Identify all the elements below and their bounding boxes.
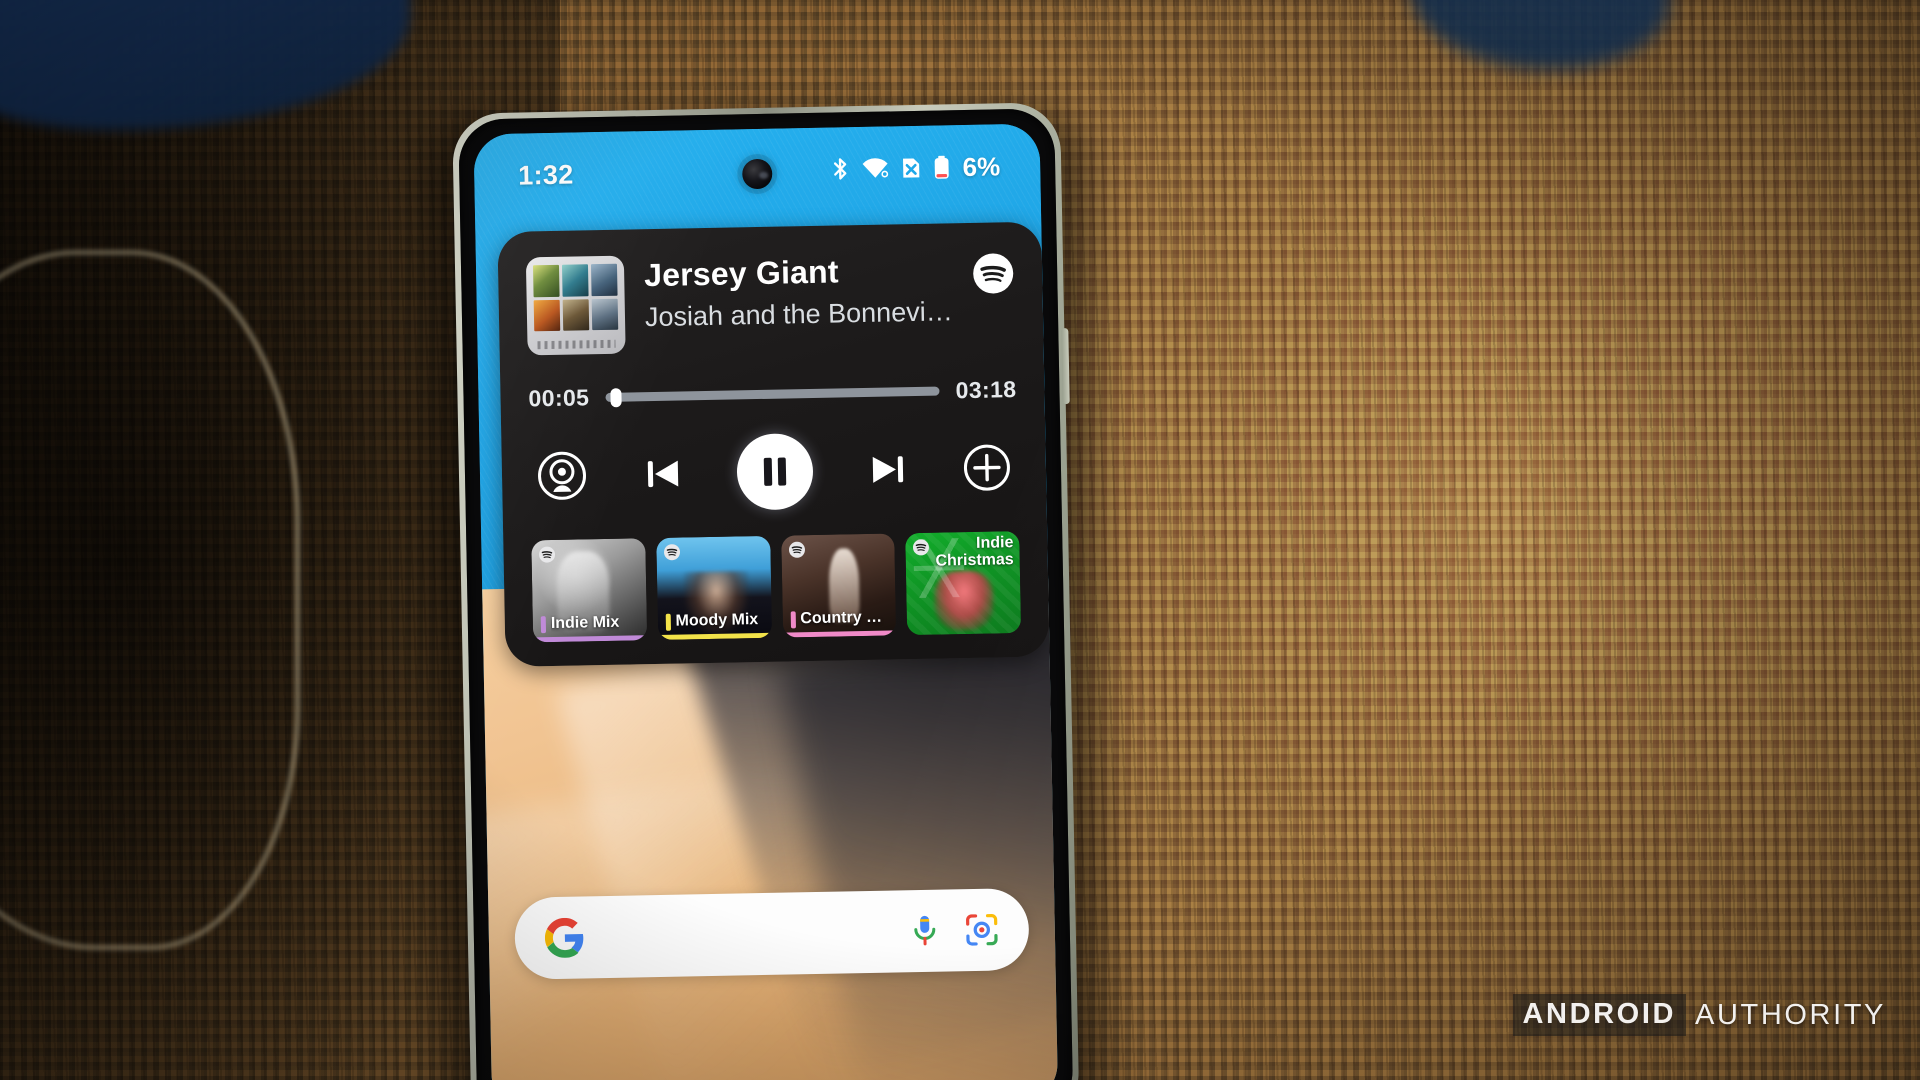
album-art-tile bbox=[561, 264, 589, 297]
status-bar-icons: 6% bbox=[830, 151, 1000, 185]
album-art-tile bbox=[590, 263, 618, 296]
album-art-tile bbox=[562, 298, 590, 331]
album-art-tile bbox=[533, 299, 561, 332]
watermark: ANDROID AUTHORITY bbox=[1512, 994, 1887, 1036]
google-lens-icon[interactable] bbox=[964, 912, 999, 947]
playlist-accent-underline bbox=[782, 630, 897, 638]
phone-frame: 1:32 6% Jersey Giant Josiah and the Bonn… bbox=[452, 102, 1080, 1080]
phone-screen: 1:32 6% Jersey Giant Josiah and the Bonn… bbox=[473, 123, 1059, 1080]
battery-percentage: 6% bbox=[962, 150, 1001, 182]
screenshot-scene: 1:32 6% Jersey Giant Josiah and the Bonn… bbox=[0, 0, 1920, 1080]
album-art-tile bbox=[591, 298, 619, 331]
playlist-accent-tick bbox=[665, 613, 671, 631]
playlist-accent-underline bbox=[657, 632, 772, 640]
search-trailing-icons bbox=[911, 912, 1000, 948]
microphone-icon[interactable] bbox=[911, 914, 940, 949]
spotify-badge-icon bbox=[663, 544, 680, 561]
playback-progress: 00:05 03:18 bbox=[528, 376, 1016, 412]
playlist-chip-moody-mix[interactable]: Moody Mix bbox=[655, 535, 772, 640]
playlist-accent-tick bbox=[540, 615, 547, 633]
playlist-chip-country-mix[interactable]: Country Mix bbox=[780, 533, 897, 638]
total-time: 03:18 bbox=[955, 376, 1017, 404]
phone-bezel: 1:32 6% Jersey Giant Josiah and the Bonn… bbox=[458, 108, 1074, 1080]
track-metadata: Jersey Giant Josiah and the Bonnevilles bbox=[644, 249, 953, 333]
battery-icon bbox=[933, 154, 950, 180]
search-input[interactable] bbox=[584, 890, 912, 978]
playlist-name: Country Mix bbox=[800, 608, 889, 628]
playlist-cover-title-line2: Christmas bbox=[935, 551, 1014, 570]
playlist-accent-tick bbox=[790, 610, 796, 628]
power-button[interactable] bbox=[1061, 328, 1070, 405]
playlist-name: Indie Mix bbox=[550, 613, 620, 633]
progress-slider[interactable] bbox=[605, 386, 940, 407]
album-art[interactable] bbox=[525, 255, 626, 356]
spotify-badge-icon bbox=[913, 539, 930, 556]
playlist-name: Moody Mix bbox=[675, 611, 759, 630]
playlist-label-row: Indie Mix bbox=[540, 613, 639, 633]
album-art-collage bbox=[532, 263, 619, 332]
google-g-icon bbox=[544, 917, 586, 958]
spotify-badge-icon bbox=[788, 541, 805, 558]
spotify-icon[interactable] bbox=[972, 252, 1015, 295]
next-button[interactable] bbox=[865, 447, 910, 492]
cushion-piping bbox=[0, 250, 300, 950]
playlist-cover-title: Indie Christmas bbox=[935, 534, 1014, 570]
playlist-recommendations: Indie Mix Moody Mix Country Mix Indie Ch… bbox=[531, 531, 1022, 643]
google-search-bar[interactable] bbox=[514, 887, 1030, 980]
no-sim-icon bbox=[900, 155, 922, 181]
playlist-chip-indie-christmas[interactable]: Indie Christmas bbox=[905, 531, 1022, 636]
elapsed-time: 00:05 bbox=[528, 384, 590, 412]
pause-button[interactable] bbox=[736, 432, 814, 511]
progress-thumb[interactable] bbox=[609, 387, 622, 407]
track-artist: Josiah and the Bonnevilles bbox=[644, 296, 954, 333]
status-bar-clock: 1:32 bbox=[517, 159, 574, 191]
add-button[interactable] bbox=[961, 442, 1012, 493]
playlist-chip-indie-mix[interactable]: Indie Mix bbox=[531, 538, 647, 643]
cast-button[interactable] bbox=[536, 449, 589, 502]
album-art-tile bbox=[532, 264, 560, 297]
wifi-icon bbox=[861, 155, 889, 182]
playlist-label-row: Country Mix bbox=[790, 609, 888, 629]
phone-device: 1:32 6% Jersey Giant Josiah and the Bonn… bbox=[426, 102, 1106, 1080]
media-player-header: Jersey Giant Josiah and the Bonnevilles bbox=[525, 248, 1016, 356]
watermark-brand-text: AUTHORITY bbox=[1695, 998, 1886, 1031]
playlist-label-row: Moody Mix bbox=[665, 611, 763, 631]
watermark-brand-box: ANDROID bbox=[1512, 994, 1687, 1036]
album-art-handwriting bbox=[537, 339, 616, 350]
bluetooth-icon bbox=[830, 156, 850, 182]
playlist-accent-underline bbox=[533, 635, 647, 643]
previous-button[interactable] bbox=[640, 451, 685, 496]
media-player-card[interactable]: Jersey Giant Josiah and the Bonnevilles bbox=[497, 221, 1050, 667]
spotify-badge-icon bbox=[538, 546, 556, 563]
camera-lens-glint bbox=[759, 171, 769, 179]
playback-controls bbox=[529, 429, 1018, 514]
track-title: Jersey Giant bbox=[643, 253, 840, 294]
